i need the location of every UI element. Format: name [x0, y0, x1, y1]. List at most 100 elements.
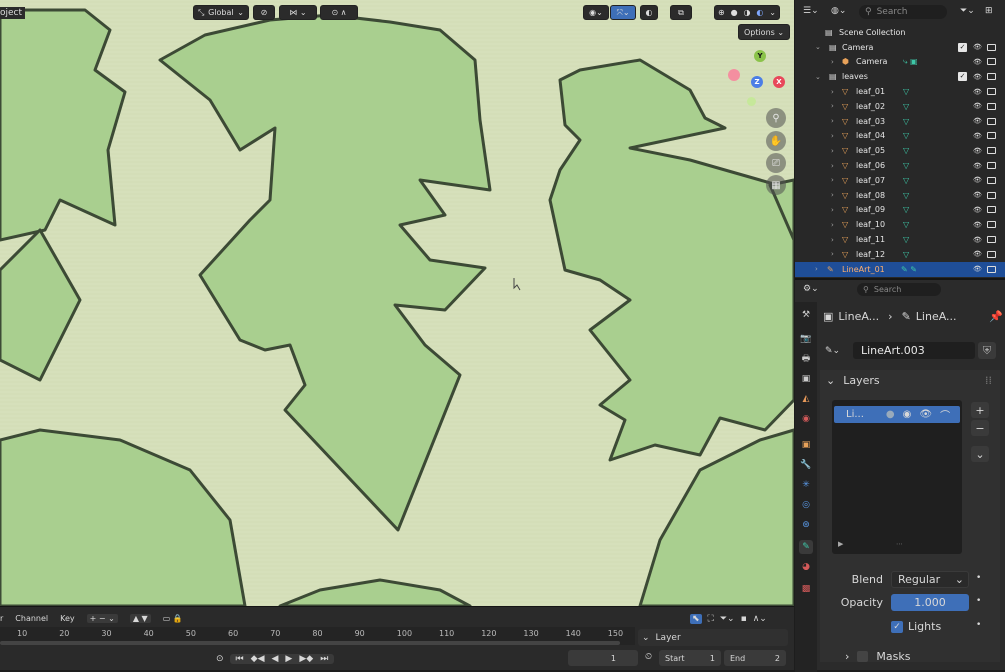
expand-right-icon[interactable]: › [831, 132, 834, 140]
expand-right-icon[interactable]: › [831, 58, 834, 66]
material-shading-icon[interactable]: ◑ [743, 8, 750, 17]
eye-icon[interactable]: 👁 [973, 191, 982, 199]
eye-icon[interactable]: 👁 [973, 58, 982, 66]
keyframe-add-remove-buttons[interactable]: + − ⌄ [86, 614, 118, 623]
masks-subpanel-header[interactable]: › Masks [845, 650, 910, 663]
layers-list[interactable]: Li... ● ◉ 👁 ⌒ ▶ ⋯ [832, 400, 962, 554]
eye-icon[interactable]: 👁 [973, 221, 982, 229]
frame-icon[interactable]: ⛶ [708, 614, 714, 624]
snap-dropdown[interactable]: ⋈ ⌄ [279, 5, 317, 20]
outliner-object-leaf_11[interactable]: › ▽ leaf_11 ▽ 👁 [795, 232, 1005, 247]
mesh-data-icon[interactable]: ▽ [903, 131, 909, 140]
outliner-collection-camera[interactable]: ⌄ ▤ Camera ✓ 👁 [795, 40, 1005, 55]
layers-panel-header[interactable]: ⌄ Layers ⁞⁞ [820, 370, 1000, 390]
start-frame-field[interactable]: Start 1 [659, 650, 721, 666]
filter-icon[interactable]: ⏷⌄ [960, 6, 975, 16]
xray-toggle[interactable]: ⧉ [670, 5, 692, 20]
play-icon[interactable]: ▶ [285, 654, 292, 664]
expand-right-icon[interactable]: › [831, 117, 834, 125]
properties-editor[interactable]: ⚙⌄ ⚲ Search ⚒ 📷 🖶 ▣ ◭ ◉ ▣ 🔧 ✳ ◎ ⊛ ✎ ◕ ▩ … [795, 278, 1005, 672]
expand-right-icon[interactable]: › [831, 88, 834, 96]
filter-icon[interactable]: ⏷⌄ [720, 614, 735, 624]
outliner-object-lineart[interactable]: › ✎ LineArt_01 ✎ ✎ 👁 [795, 261, 1005, 277]
outliner[interactable]: ☰⌄ ◍⌄ ⚲ Search ⏷⌄ ⊞ ▤ Scene Collection ⌄ ▤ C… [795, 0, 1005, 278]
proportional-edit-dropdown[interactable]: ⊙ ∧ [320, 5, 358, 20]
outliner-object-leaf_01[interactable]: › ▽ leaf_01 ▽ 👁 [795, 84, 1005, 99]
new-collection-icon[interactable]: ⊞ [985, 6, 993, 16]
add-layer-button[interactable]: + [971, 402, 989, 418]
camera-render-icon[interactable] [987, 147, 996, 155]
expand-right-icon[interactable]: › [831, 221, 834, 229]
mesh-data-icon[interactable]: ▽ [903, 205, 909, 214]
expand-right-icon[interactable]: › [831, 206, 834, 214]
pivot-dropdown[interactable]: ⊘ [253, 5, 275, 20]
proportional-icon[interactable]: ∧⌄ [753, 614, 767, 624]
outliner-object-leaf_04[interactable]: › ▽ leaf_04 ▽ 👁 [795, 129, 1005, 144]
layer-specials-menu[interactable]: ⌄ [971, 446, 989, 462]
eye-icon[interactable]: 👁 [973, 43, 982, 51]
properties-search-input[interactable]: ⚲ Search [857, 283, 941, 296]
solid-shading-icon[interactable]: ● [731, 8, 738, 17]
camera-data-icon[interactable]: ⤷ ▣ [903, 57, 918, 67]
data-tab-icon[interactable]: ✎ [799, 540, 813, 554]
eye-icon[interactable]: 👁 [973, 73, 982, 81]
material-tab-icon[interactable]: ◕ [799, 560, 813, 574]
mesh-data-icon[interactable]: ▽ [903, 102, 909, 111]
camera-render-icon[interactable] [987, 132, 996, 140]
jump-start-icon[interactable]: ⏮ [236, 654, 244, 664]
mesh-data-icon[interactable]: ▽ [903, 161, 909, 170]
fake-user-button[interactable]: ⛨ [978, 342, 996, 359]
outliner-search-input[interactable]: ⚲ Search [859, 5, 947, 19]
outliner-object-leaf_12[interactable]: › ▽ leaf_12 ▽ 👁 [795, 247, 1005, 262]
editor-type-icon[interactable]: ☰⌄ [803, 6, 819, 16]
exclude-checkbox[interactable]: ✓ [958, 42, 967, 52]
expand-down-icon[interactable]: ⌄ [815, 43, 821, 51]
world-tab-icon[interactable]: ◉ [799, 412, 813, 426]
camera-render-icon[interactable] [987, 58, 996, 66]
expand-triangle-icon[interactable]: ▶ [838, 540, 843, 548]
timeline-editor[interactable]: r Channel Key + − ⌄ ▲ ▼ ▭ 🔒 ⬉ ⛶ ⏷⌄ ▪ ∧⌄ … [0, 606, 794, 670]
editor-type-icon[interactable]: ⚙⌄ [803, 284, 819, 294]
record-icon[interactable]: ⊙ [216, 654, 224, 664]
camera-render-icon[interactable] [987, 43, 996, 51]
ortho-toggle-icon[interactable]: ▦ [766, 175, 786, 195]
drag-handle-icon[interactable]: ⁞⁞ [985, 374, 992, 387]
expand-right-icon[interactable]: › [831, 147, 834, 155]
scene-tab-icon[interactable]: ◭ [799, 392, 813, 406]
masks-checkbox[interactable] [857, 651, 869, 662]
resize-handle-icon[interactable]: ⋯ [896, 540, 903, 548]
outliner-object-leaf_03[interactable]: › ▽ leaf_03 ▽ 👁 [795, 114, 1005, 129]
zoom-icon[interactable]: ⚲ [766, 108, 786, 128]
output-tab-icon[interactable]: 🖶 [799, 352, 813, 366]
camera-render-icon[interactable] [987, 206, 996, 214]
lineart-modifier-icon[interactable]: ✎ ✎ [901, 265, 917, 274]
eye-icon[interactable]: 👁 [973, 265, 982, 273]
expand-right-icon[interactable]: › [831, 176, 834, 184]
eye-icon[interactable]: 👁 [973, 117, 982, 125]
outliner-object-leaf_10[interactable]: › ▽ leaf_10 ▽ 👁 [795, 217, 1005, 232]
keyframe-dot-icon[interactable]: • [976, 596, 981, 606]
expand-right-icon[interactable]: › [831, 102, 834, 110]
datablock-name-field[interactable]: LineArt.003 [853, 342, 975, 359]
display-mode-icon[interactable]: ◍⌄ [831, 6, 846, 16]
eye-icon[interactable]: 👁 [973, 250, 982, 258]
opacity-slider[interactable]: 1.000 [891, 594, 969, 611]
view-layer-tab-icon[interactable]: ▣ [799, 372, 813, 386]
jump-end-icon[interactable]: ⏭ [320, 654, 328, 664]
eye-icon[interactable]: 👁 [973, 102, 982, 110]
wireframe-shading-icon[interactable]: ⊕ [718, 8, 725, 17]
layer-popover-header[interactable]: ⌄ Layer [638, 629, 788, 646]
camera-render-icon[interactable] [987, 88, 996, 96]
expand-right-icon[interactable]: › [831, 191, 834, 199]
transform-orientation-dropdown[interactable]: ⤡ Global ⌄ [193, 5, 249, 20]
rendered-shading-icon[interactable]: ◐ [756, 8, 763, 17]
camera-view-icon[interactable]: ⎚ [766, 153, 786, 173]
texture-tab-icon[interactable]: ▩ [799, 582, 813, 596]
camera-render-icon[interactable] [987, 176, 996, 184]
mesh-data-icon[interactable]: ▽ [903, 235, 909, 244]
lights-checkbox[interactable]: ✓ Lights [891, 620, 941, 633]
mesh-data-icon[interactable]: ▽ [903, 146, 909, 155]
end-frame-field[interactable]: End 2 [724, 650, 786, 666]
3d-viewport[interactable]: oject ⤡ Global ⌄ ⊘ ⋈ ⌄ ⊙ ∧ ◉⌄ ⤧⌄ ◐ ⧉ ⊕ ●… [0, 0, 794, 606]
menu-key[interactable]: Key [60, 614, 75, 623]
